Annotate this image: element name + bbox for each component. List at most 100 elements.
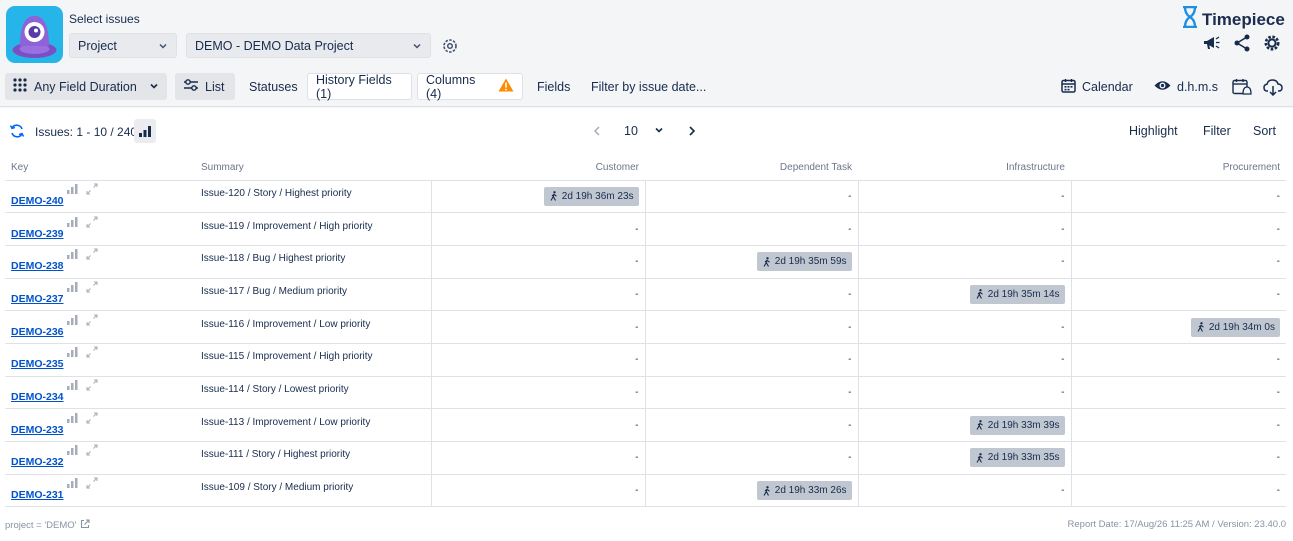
duration-cell-procurement: - — [1070, 408, 1286, 442]
column-header-customer[interactable]: Customer — [431, 156, 645, 181]
bar-chart-icon[interactable] — [134, 119, 156, 143]
filter-by-date-button[interactable]: Filter by issue date... — [583, 73, 714, 100]
history-fields-button[interactable]: History Fields (1) — [307, 73, 412, 101]
issue-key-link[interactable]: DEMO-236 — [11, 326, 64, 338]
project-type-dropdown[interactable]: Project — [69, 33, 177, 58]
bar-chart-icon[interactable] — [66, 183, 78, 197]
filter-button[interactable]: Filter — [1203, 124, 1231, 138]
expand-icon[interactable] — [86, 183, 98, 198]
cloud-download-icon[interactable] — [1255, 73, 1291, 100]
next-page-icon[interactable] — [688, 125, 696, 139]
page-size-value: 10 — [624, 124, 638, 138]
duration-badge[interactable]: 2d 19h 33m 39s — [969, 415, 1065, 435]
table-row[interactable]: DEMO-231 Issue-109 / Story / Medium prior… — [5, 474, 1286, 508]
columns-button[interactable]: Columns (4) — [417, 73, 523, 101]
expand-icon[interactable] — [86, 412, 98, 427]
list-view-button[interactable]: List — [175, 73, 235, 100]
share-icon[interactable] — [1232, 33, 1252, 53]
column-header-summary[interactable]: Summary — [195, 156, 431, 181]
duration-badge[interactable]: 2d 19h 36m 23s — [543, 186, 639, 206]
expand-icon[interactable] — [86, 379, 98, 394]
query-settings-icon[interactable] — [440, 36, 460, 56]
announcement-icon[interactable] — [1201, 33, 1221, 53]
duration-cell-customer: - — [430, 408, 645, 442]
page-size-select[interactable]: 10 — [624, 124, 664, 138]
expand-icon[interactable] — [86, 444, 98, 459]
statuses-button[interactable]: Statuses — [241, 73, 306, 100]
project-select-dropdown[interactable]: DEMO - DEMO Data Project — [186, 33, 431, 58]
issue-key-link[interactable]: DEMO-233 — [11, 424, 64, 436]
duration-cell-procurement: 2d 19h 34m 0s — [1070, 310, 1286, 344]
issue-summary-cell: Issue-118 / Bug / Highest priority — [195, 245, 431, 279]
issue-summary-cell: Issue-114 / Story / Lowest priority — [195, 376, 431, 410]
highlight-button[interactable]: Highlight — [1129, 124, 1178, 138]
bar-chart-icon[interactable] — [66, 249, 78, 262]
table-row[interactable]: DEMO-237 Issue-117 / Bug / Medium priorit… — [5, 278, 1286, 312]
column-header-dependent-task[interactable]: Dependent Task — [645, 156, 858, 181]
bar-chart-icon[interactable] — [66, 478, 78, 491]
column-header-procurement[interactable]: Procurement — [1071, 156, 1286, 181]
issue-summary-cell: Issue-116 / Improvement / Low priority — [195, 310, 431, 344]
bar-chart-icon[interactable] — [66, 412, 78, 426]
expand-icon[interactable] — [86, 248, 98, 263]
column-header-infrastructure[interactable]: Infrastructure — [858, 156, 1071, 181]
jql-query[interactable]: project = 'DEMO' — [5, 519, 91, 532]
bar-chart-icon[interactable] — [66, 445, 78, 458]
table-row[interactable]: DEMO-235 Issue-115 / Improvement / High p… — [5, 343, 1286, 377]
duration-cell-customer: - — [430, 245, 645, 279]
issue-key-link[interactable]: DEMO-231 — [11, 489, 64, 501]
refresh-icon[interactable] — [9, 123, 25, 144]
brand-name: Timepiece — [1202, 9, 1285, 29]
duration-badge[interactable]: 2d 19h 35m 14s — [969, 284, 1065, 304]
issue-summary-cell: Issue-115 / Improvement / High priority — [195, 343, 431, 377]
app-logo — [6, 6, 63, 63]
table-row[interactable]: DEMO-236 Issue-116 / Improvement / Low pr… — [5, 310, 1286, 344]
duration-value: 2d 19h 33m 39s — [987, 419, 1060, 431]
calendar-button[interactable]: Calendar — [1053, 73, 1141, 100]
duration-cell-dependent-task: 2d 19h 33m 26s — [644, 474, 858, 508]
column-header-key[interactable]: Key — [5, 156, 195, 181]
issue-key-link[interactable]: DEMO-237 — [11, 293, 64, 305]
duration-cell-procurement: - — [1070, 180, 1286, 214]
expand-icon[interactable] — [86, 477, 98, 492]
expand-icon[interactable] — [86, 216, 98, 231]
issue-key-link[interactable]: DEMO-234 — [11, 391, 64, 403]
duration-cell-dependent-task: - — [644, 441, 858, 475]
table-row[interactable]: DEMO-233 Issue-113 / Improvement / Low pr… — [5, 408, 1286, 442]
issue-key-link[interactable]: DEMO-238 — [11, 260, 64, 272]
settings-gear-icon[interactable] — [1262, 33, 1282, 53]
sort-button[interactable]: Sort — [1253, 124, 1276, 138]
table-row[interactable]: DEMO-238 Issue-118 / Bug / Highest priori… — [5, 245, 1286, 279]
duration-badge[interactable]: 2d 19h 33m 26s — [756, 481, 852, 501]
project-select-value: DEMO - DEMO Data Project — [195, 38, 354, 53]
view-mode-dropdown[interactable]: Any Field Duration — [5, 73, 167, 100]
table-row[interactable]: DEMO-232 Issue-111 / Story / Highest prio… — [5, 441, 1286, 475]
issue-key-link[interactable]: DEMO-235 — [11, 358, 64, 370]
duration-badge[interactable]: 2d 19h 35m 59s — [756, 252, 852, 272]
duration-cell-procurement: - — [1070, 212, 1286, 246]
bar-chart-icon[interactable] — [66, 281, 78, 295]
bar-chart-icon[interactable] — [66, 347, 78, 360]
fields-button[interactable]: Fields — [529, 73, 578, 100]
issue-key-cell: DEMO-231 — [5, 474, 195, 508]
duration-badge[interactable]: 2d 19h 34m 0s — [1190, 317, 1280, 337]
expand-icon[interactable] — [86, 281, 98, 296]
issue-key-link[interactable]: DEMO-232 — [11, 456, 64, 468]
duration-cell-dependent-task: - — [644, 212, 858, 246]
table-row[interactable]: DEMO-234 Issue-114 / Story / Lowest prior… — [5, 376, 1286, 410]
main-toolbar: Any Field Duration List Statuses History… — [0, 70, 1293, 107]
expand-icon[interactable] — [86, 346, 98, 361]
table-row[interactable]: DEMO-240 Issue-120 / Story / Highest prio… — [5, 180, 1286, 214]
bar-chart-icon[interactable] — [66, 379, 78, 393]
duration-format-button[interactable]: d.h.m.s — [1146, 73, 1226, 100]
duration-badge[interactable]: 2d 19h 33m 35s — [969, 448, 1065, 468]
duration-cell-customer: - — [430, 343, 645, 377]
table-row[interactable]: DEMO-239 Issue-119 / Improvement / High p… — [5, 212, 1286, 246]
bar-chart-icon[interactable] — [66, 314, 78, 328]
issue-key-link[interactable]: DEMO-239 — [11, 228, 64, 240]
expand-icon[interactable] — [86, 314, 98, 329]
issue-key-link[interactable]: DEMO-240 — [11, 195, 64, 207]
bar-chart-icon[interactable] — [66, 216, 78, 230]
previous-page-icon[interactable] — [593, 125, 601, 139]
grid-icon — [13, 78, 27, 95]
